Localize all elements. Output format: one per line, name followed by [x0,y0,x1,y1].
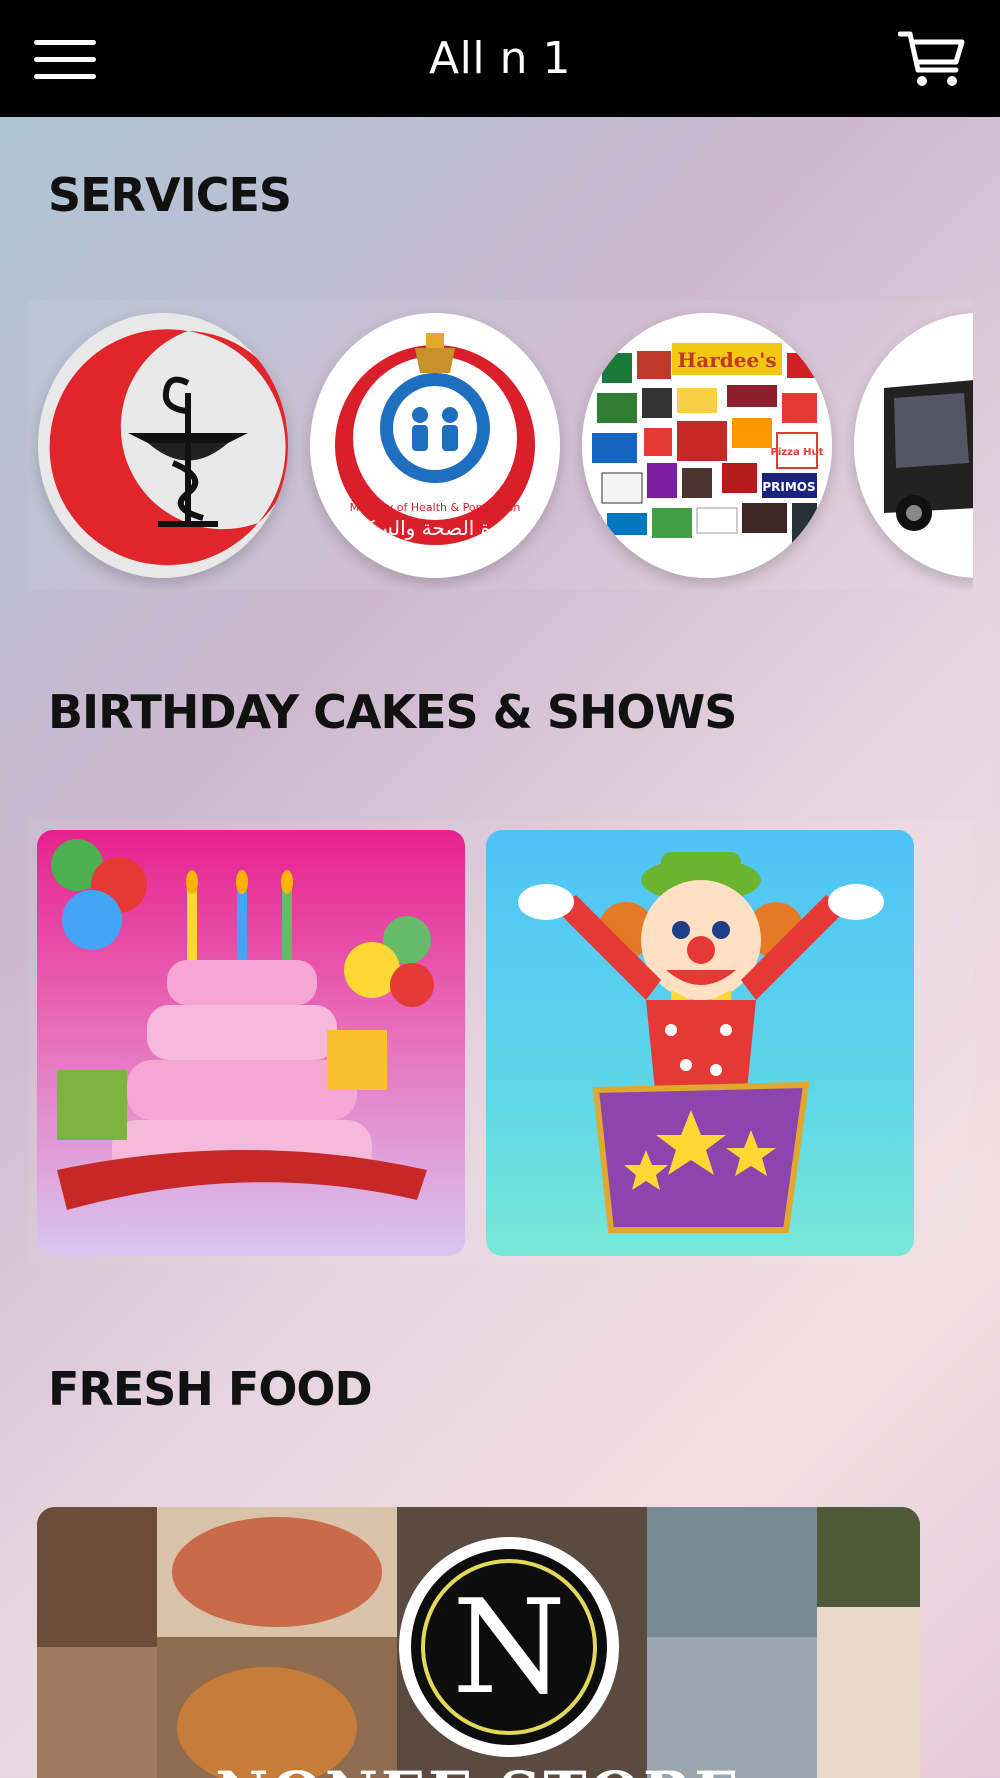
service-ministry-of-health[interactable]: Ministry of Health & Population وزارة ال… [310,313,560,578]
app-title: All n 1 [429,33,571,84]
store-name-label: NONEE STORE [37,1759,920,1778]
cart-icon[interactable] [897,28,966,90]
restaurants-collage: Hardee's Pizza Hut PRIMOS [582,313,832,578]
svg-text:وزارة الصحة والسكان: وزارة الصحة والسكان [344,516,525,540]
svg-text:PRIMOS: PRIMOS [762,480,815,494]
service-transport[interactable] [854,313,973,578]
card-clown-show[interactable] [486,830,914,1256]
clown-image [518,852,884,1233]
svg-text:Hardee's: Hardee's [677,348,776,372]
fresh-food-section-title: FRESH FOOD [48,1362,373,1416]
services-carousel[interactable]: Ministry of Health & Population وزارة ال… [28,300,973,590]
store-logo-letter: N [452,1571,566,1723]
ministry-health-logo: Ministry of Health & Population وزارة ال… [335,333,535,545]
bus-image [854,313,973,578]
card-birthday-cake[interactable] [37,830,465,1256]
svg-text:Ministry of Health & Populatio: Ministry of Health & Population [350,501,521,514]
birthday-carousel[interactable] [28,820,973,1265]
service-restaurants[interactable]: Hardee's Pizza Hut PRIMOS [582,313,832,578]
svg-text:Pizza Hut: Pizza Hut [771,447,824,458]
services-section-title: SERVICES [48,168,292,222]
service-pharmacy[interactable] [38,313,288,578]
card-nonee-store[interactable]: N NONEE STORE [37,1507,920,1778]
top-app-bar: All n 1 [0,0,1000,117]
food-collage-image: N [37,1507,920,1778]
birthday-section-title: BIRTHDAY CAKES & SHOWS [48,685,737,739]
pharmacy-logo [45,327,288,566]
cake-image [51,839,434,1210]
